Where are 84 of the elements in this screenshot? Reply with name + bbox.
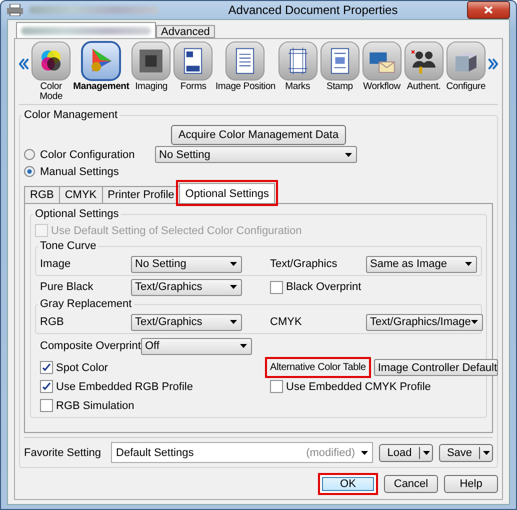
tab[interactable]: Printer Profile <box>102 186 180 203</box>
favorite-setting-dropdown[interactable]: Default Settings (modified) <box>111 442 373 463</box>
dropdown-arrow-icon <box>465 262 472 266</box>
close-icon <box>484 6 493 14</box>
category-label: Stamp <box>326 82 353 92</box>
category-label: Workflow <box>363 82 400 92</box>
group-title: Gray Replacement <box>38 298 134 310</box>
dropdown-arrow-icon <box>422 450 430 454</box>
dropdown[interactable]: Off <box>141 338 252 354</box>
close-button[interactable] <box>467 1 510 19</box>
acquire-data-button[interactable]: Acquire Color Management Data <box>171 125 346 145</box>
dropdown-arrow-icon <box>345 152 352 156</box>
scroll-left-icon[interactable] <box>19 57 29 71</box>
group-title: Color Management <box>22 109 120 121</box>
tab[interactable]: Optional Settings <box>179 183 276 203</box>
dialog-button[interactable]: Help <box>444 475 498 493</box>
category-icon[interactable] <box>173 41 214 81</box>
save-button[interactable]: Save <box>439 444 493 462</box>
radio-label: Manual Settings <box>40 166 119 178</box>
field-label: Favorite Setting <box>24 446 102 458</box>
category-label: Forms <box>180 82 206 92</box>
dropdown-arrow-icon <box>230 320 237 324</box>
radio-label: Color Configuration <box>40 148 135 160</box>
checkbox-label: Use Embedded RGB Profile <box>56 380 193 392</box>
tab[interactable]: Advanced <box>156 25 215 38</box>
category-icon[interactable] <box>81 41 122 81</box>
radio-button[interactable] <box>24 166 35 177</box>
checkbox[interactable] <box>40 361 53 374</box>
field-label: RGB <box>40 316 64 328</box>
checkbox[interactable] <box>270 380 283 393</box>
dropdown[interactable]: Image Controller Default <box>374 359 498 376</box>
checkbox[interactable] <box>40 380 53 393</box>
dropdown-arrow-icon <box>482 450 490 454</box>
checkbox[interactable] <box>40 399 53 412</box>
field-label: Text/Graphics <box>270 258 338 270</box>
checkbox-label: RGB Simulation <box>56 400 134 412</box>
dropdown[interactable]: Text/Graphics <box>131 314 242 330</box>
category-icon[interactable] <box>225 41 266 81</box>
category-label: Configure <box>446 82 486 92</box>
category-label: Marks <box>285 82 310 92</box>
checkmark-icon <box>42 363 51 372</box>
tab[interactable]: RGB <box>24 186 60 203</box>
field-label: Pure Black <box>40 281 94 293</box>
category-icon[interactable] <box>404 41 444 81</box>
category-icon[interactable] <box>131 41 172 81</box>
field-label: Composite Overprint <box>40 340 141 352</box>
dropdown[interactable]: Text/Graphics/Image <box>366 314 483 330</box>
dropdown[interactable]: No Setting <box>155 146 357 163</box>
checkmark-icon <box>42 382 51 391</box>
category-label: Management <box>73 82 130 92</box>
checkbox[interactable] <box>270 280 283 294</box>
dropdown-arrow-icon <box>240 344 247 348</box>
group-title: Optional Settings <box>33 208 121 220</box>
checkbox-label: Black Overprint <box>286 281 362 293</box>
checkbox-label: Use Embedded CMYK Profile <box>286 380 431 392</box>
dropdown-arrow-icon <box>230 285 237 289</box>
field-label: Image <box>40 258 71 270</box>
dialog-button[interactable]: Cancel <box>384 475 438 493</box>
field-label: CMYK <box>270 316 302 328</box>
category-label: Image Position <box>215 82 276 92</box>
category-icon[interactable] <box>320 41 360 81</box>
field-label: Alternative Color Table <box>265 357 371 378</box>
dropdown[interactable]: Text/Graphics <box>131 278 242 296</box>
dropdown-arrow-icon <box>361 450 368 454</box>
radio-button[interactable] <box>24 149 35 160</box>
category-label: Color Mode <box>38 82 64 102</box>
category-icon[interactable] <box>31 41 72 81</box>
dialog-button[interactable]: OK <box>318 473 378 495</box>
scroll-right-icon[interactable] <box>488 57 498 71</box>
dropdown[interactable]: No Setting <box>131 256 242 272</box>
load-button[interactable]: Load <box>379 444 433 462</box>
checkbox-label: Spot Color <box>56 362 108 374</box>
dropdown[interactable]: Same as Image <box>366 256 477 272</box>
checkbox-label: Use Default Setting of Selected Color Configuration <box>51 224 302 236</box>
dropdown-arrow-icon <box>230 262 237 266</box>
category-label: Authent. <box>406 82 441 92</box>
printer-icon <box>7 4 23 16</box>
tab[interactable]: CMYK <box>58 186 103 203</box>
group-title: Tone Curve <box>38 240 98 252</box>
window-title: Advanced Document Properties <box>227 3 399 17</box>
dropdown-arrow-icon <box>470 320 478 324</box>
category-label: Imaging <box>135 82 168 92</box>
category-icon[interactable] <box>278 41 318 81</box>
category-icon[interactable] <box>446 41 486 81</box>
